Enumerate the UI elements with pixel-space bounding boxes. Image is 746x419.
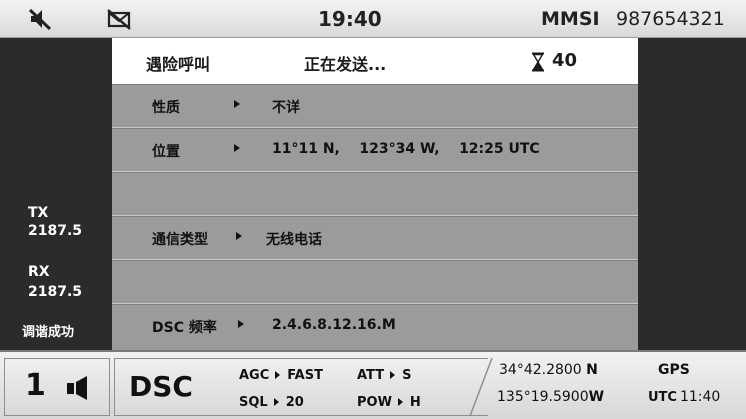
mode-label[interactable]: DSC [129,370,193,403]
speaker-icon [67,376,87,400]
divider [469,357,493,417]
row-dsc-frequency[interactable]: DSC 频率 2.4.6.8.12.16.M [112,304,638,350]
utc-label: UTC [648,390,677,405]
att-label: ATT [357,368,385,383]
longitude: 135°19.5900W [497,389,604,405]
distress-call-panel: 遇险呼叫 正在发送... 40 性质 不详 位置 11°11 N, 123°34… [112,38,638,350]
sql-label: SQL [239,395,268,410]
countdown: 40 [552,50,578,71]
radio-screen: 19:40 MMSI 987654321 TX 2187.5 RX 2187.5… [0,0,746,419]
arrow-right-icon [275,371,281,379]
row-position[interactable]: 位置 11°11 N, 123°34 W, 12:25 UTC [112,128,638,172]
row-key: DSC 频率 [152,320,217,336]
channel-number: 1 [25,368,46,403]
tx-label: TX [28,205,49,221]
row-key: 通信类型 [152,232,208,248]
latitude: 34°42.2800 N [499,362,598,378]
row-empty [112,260,638,304]
arrow-right-icon [234,144,240,152]
row-value: 2.4.6.8.12.16.M [272,317,396,333]
utc-value: 11:40 [679,389,721,405]
tx-frequency: 2187.5 [28,223,83,239]
tune-status: 调谐成功 [22,325,75,340]
gps-label: GPS [658,362,690,378]
att-setting[interactable]: ATT S [357,368,411,383]
mmsi-label: MMSI [541,8,600,30]
row-key: 位置 [152,144,180,160]
arrow-right-icon [234,100,240,108]
frequency-status-column: TX 2187.5 RX 2187.5 调谐成功 [0,38,112,350]
pow-label: POW [357,395,392,410]
agc-value: FAST [287,368,323,383]
longitude-hemisphere: W [588,389,605,405]
call-title: 遇险呼叫 [146,55,211,74]
top-status-bar: 19:40 MMSI 987654321 [0,0,746,38]
agc-setting[interactable]: AGC FAST [239,368,323,383]
rx-frequency: 2187.5 [28,284,83,300]
row-key: 性质 [152,100,180,116]
message-crossed-icon[interactable] [106,7,132,31]
latitude-value: 34°42.2800 [499,362,582,378]
arrow-right-icon [273,398,279,406]
row-empty [112,172,638,216]
send-status: 正在发送... [304,55,387,74]
arrow-right-icon [397,398,403,406]
arrow-right-icon [236,232,242,240]
arrow-right-icon [390,371,396,379]
distress-header: 遇险呼叫 正在发送... 40 [112,38,638,84]
pow-setting[interactable]: POW H [357,395,421,410]
row-nature[interactable]: 性质 不详 [112,84,638,128]
row-value: 无线电话 [266,232,322,248]
speaker-muted-icon[interactable] [28,7,54,31]
sql-setting[interactable]: SQL 20 [239,395,304,410]
rx-label: RX [28,264,50,280]
hourglass-icon [532,52,544,72]
channel-selector[interactable]: 1 [4,358,110,416]
row-value: 11°11 N, 123°34 W, 12:25 UTC [272,141,540,157]
att-value: S [402,368,412,383]
bottom-status-bar: 1 DSC AGC FAST ATT S SQL 20 POW H 34°42.… [0,350,746,419]
pow-value: H [409,395,421,410]
mmsi-value: 987654321 [616,8,725,30]
utc-time: UTC 11:40 [648,389,720,405]
clock: 19:40 [318,7,382,31]
row-comm-type[interactable]: 通信类型 无线电话 [112,216,638,260]
latitude-hemisphere: N [586,362,598,378]
mode-panel: DSC AGC FAST ATT S SQL 20 POW H [114,358,488,416]
longitude-value: 135°19.5900 [497,389,589,405]
agc-label: AGC [239,368,270,383]
sql-value: 20 [285,395,304,410]
row-value: 不详 [272,100,300,116]
arrow-right-icon [238,320,244,328]
